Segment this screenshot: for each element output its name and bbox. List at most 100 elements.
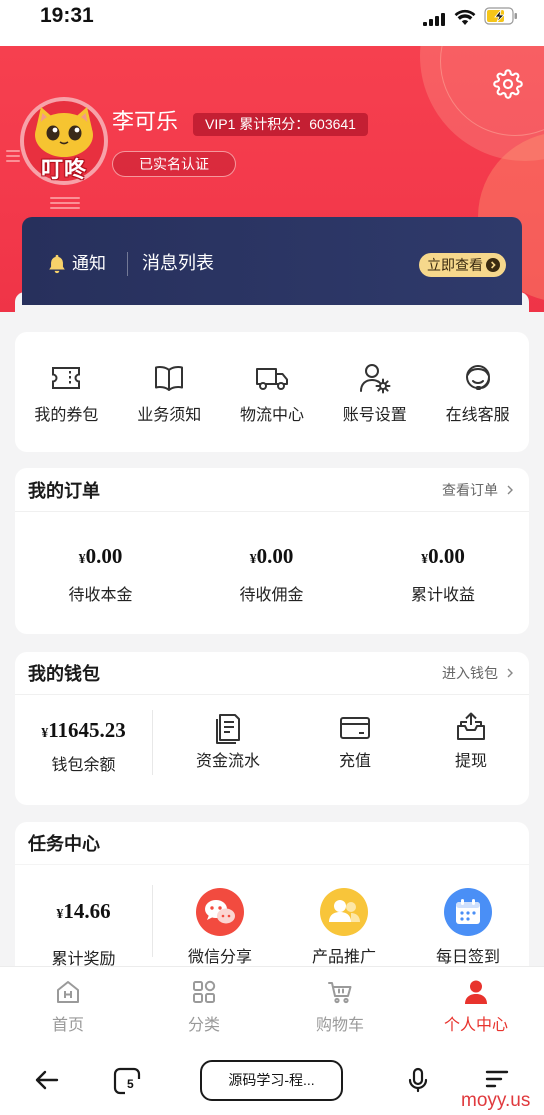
wallet-balance[interactable]: ¥11645.23 钱包余额 xyxy=(15,716,152,776)
shortcut-coupons[interactable]: 我的券包 xyxy=(15,332,118,452)
view-now-label: 立即查看 xyxy=(427,257,483,273)
tasks-title: 任务中心 xyxy=(28,834,100,854)
cellular-signal-icon xyxy=(423,12,447,28)
action-label: 资金流水 xyxy=(195,753,260,770)
tab-count: 5 xyxy=(127,1077,134,1091)
stat-label: 累计收益 xyxy=(410,587,475,604)
bell-icon xyxy=(46,252,68,276)
cart-icon xyxy=(328,982,352,1004)
menu-icon[interactable] xyxy=(483,1065,511,1093)
tab-label: 个人中心 xyxy=(443,1017,508,1034)
home-icon xyxy=(57,981,79,1003)
shortcut-label: 在线客服 xyxy=(445,407,510,424)
user-name: 李可乐 xyxy=(112,109,179,134)
status-bar: 19:31 xyxy=(0,0,544,46)
task-reward[interactable]: ¥14.66 累计奖励 xyxy=(15,897,152,970)
transaction-record-button[interactable]: 资金流水 xyxy=(178,710,278,772)
user-settings-icon xyxy=(359,364,391,394)
stat-label: 待收佣金 xyxy=(239,587,304,604)
view-now-button[interactable]: 立即查看 xyxy=(419,253,506,277)
gear-icon[interactable] xyxy=(493,69,523,99)
wechat-icon xyxy=(196,888,244,936)
enter-wallet-label: 进入钱包 xyxy=(442,665,498,681)
notice-bar[interactable]: 通知 消息列表 立即查看 xyxy=(22,217,522,305)
stat-label: 待收本金 xyxy=(68,587,133,604)
book-icon xyxy=(155,366,184,391)
bank-card-icon xyxy=(340,717,370,739)
avatar-logo-text: 叮咚 xyxy=(40,157,87,182)
shortcut-label: 业务须知 xyxy=(137,407,202,424)
shortcuts-card: 我的券包 业务须知 物流中心 账号设置 在线客服 xyxy=(15,332,529,452)
tab-home[interactable]: 首页 xyxy=(0,967,136,1045)
view-orders-link[interactable]: 查看订单 xyxy=(442,480,514,500)
customer-service-icon xyxy=(465,365,490,390)
verified-badge: 已实名认证 xyxy=(112,151,236,177)
bottom-tab-bar: 首页 分类 购物车 个人中心 xyxy=(0,966,544,1045)
status-time: 19:31 xyxy=(40,4,94,27)
action-label: 产品推广 xyxy=(311,949,376,966)
chevron-right-icon xyxy=(507,485,513,494)
view-orders-label: 查看订单 xyxy=(442,481,498,498)
stat-amount: ¥0.00 xyxy=(249,544,294,568)
shortcut-account-settings[interactable]: 账号设置 xyxy=(323,332,426,452)
stat-pending-commission[interactable]: ¥0.00 待收佣金 xyxy=(186,542,357,606)
tasks-divider xyxy=(152,885,153,957)
shortcut-customer-service[interactable]: 在线客服 xyxy=(426,332,529,452)
tab-category[interactable]: 分类 xyxy=(136,967,272,1045)
wallet-card: 我的钱包 进入钱包 ¥11645.23 钱包余额 资金流水 充值 提现 xyxy=(15,652,529,805)
back-arrow-icon[interactable] xyxy=(33,1066,61,1094)
user-icon xyxy=(465,980,487,1004)
notice-title: 消息列表 xyxy=(142,253,214,273)
action-label: 提现 xyxy=(454,753,487,770)
stat-pending-principal[interactable]: ¥0.00 待收本金 xyxy=(15,542,186,606)
watermark: moyy.us xyxy=(461,1090,531,1111)
notice-label: 通知 xyxy=(72,254,106,273)
stat-amount: ¥0.00 xyxy=(78,544,123,568)
tab-label: 首页 xyxy=(51,1017,84,1034)
avatar[interactable]: 叮咚 xyxy=(20,97,108,185)
chevron-right-icon xyxy=(507,668,513,678)
wifi-icon xyxy=(454,8,476,26)
battery-charging-icon xyxy=(484,7,518,25)
tabs-switcher-button[interactable]: 5 xyxy=(112,1066,142,1096)
shortcut-label: 我的券包 xyxy=(34,407,99,424)
microphone-icon[interactable] xyxy=(404,1066,432,1094)
tab-profile[interactable]: 个人中心 xyxy=(408,967,544,1045)
vip-points-badge: VIP1 累计积分：603641 xyxy=(193,113,368,136)
category-icon xyxy=(193,980,216,1003)
reward-amount: ¥14.66 xyxy=(56,899,111,923)
shortcut-label: 账号设置 xyxy=(342,407,407,424)
product-promotion-button[interactable]: 产品推广 xyxy=(294,888,394,968)
chevron-right-icon xyxy=(486,258,500,272)
ticket-icon xyxy=(52,367,81,389)
calendar-icon xyxy=(444,888,492,936)
withdraw-button[interactable]: 提现 xyxy=(421,710,521,772)
daily-checkin-button[interactable]: 每日签到 xyxy=(418,888,518,968)
notice-divider xyxy=(127,252,128,276)
action-label: 微信分享 xyxy=(187,949,252,966)
balance-label: 钱包余额 xyxy=(51,757,116,774)
address-bar[interactable]: 源码学习-程... xyxy=(200,1060,343,1101)
wechat-share-button[interactable]: 微信分享 xyxy=(170,888,270,968)
tab-label: 分类 xyxy=(187,1017,220,1034)
transaction-record-icon xyxy=(216,714,240,744)
wallet-title: 我的钱包 xyxy=(28,664,100,684)
stat-total-earnings[interactable]: ¥0.00 累计收益 xyxy=(357,542,529,606)
withdraw-icon xyxy=(457,712,485,740)
shortcut-label: 物流中心 xyxy=(239,407,304,424)
people-icon xyxy=(320,888,368,936)
truck-icon xyxy=(255,368,288,390)
balance-amount: ¥11645.23 xyxy=(41,718,126,742)
action-label: 充值 xyxy=(338,753,371,770)
orders-card: 我的订单 查看订单 ¥0.00 待收本金 ¥0.00 待收佣金 ¥0.00 累计… xyxy=(15,468,529,634)
tab-label: 购物车 xyxy=(315,1017,364,1034)
wallet-divider xyxy=(152,710,153,775)
action-label: 每日签到 xyxy=(435,949,500,966)
shortcut-logistics[interactable]: 物流中心 xyxy=(221,332,324,452)
stat-amount: ¥0.00 xyxy=(421,544,465,568)
enter-wallet-link[interactable]: 进入钱包 xyxy=(442,663,514,683)
shortcut-business-notice[interactable]: 业务须知 xyxy=(118,332,221,452)
tab-cart[interactable]: 购物车 xyxy=(272,967,408,1045)
orders-title: 我的订单 xyxy=(28,480,100,501)
recharge-button[interactable]: 充值 xyxy=(305,710,405,772)
